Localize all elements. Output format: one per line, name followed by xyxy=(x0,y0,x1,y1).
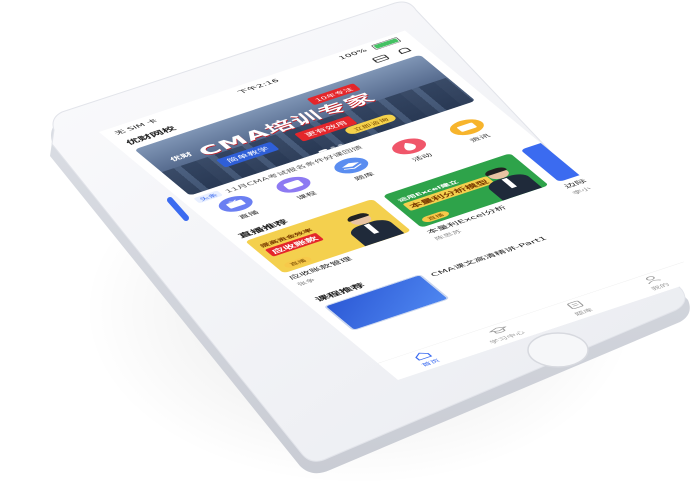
home-button[interactable] xyxy=(527,332,589,368)
banner-dot xyxy=(337,143,344,147)
banner-dot xyxy=(329,146,336,150)
scan-icon[interactable] xyxy=(369,53,392,64)
banner-prefix: 优财 xyxy=(168,151,195,163)
stage: 无 SIM 卡 下午2:16 100% 优财网校 10年专注 优财 CMA培训专… xyxy=(0,0,694,500)
bell-icon[interactable] xyxy=(393,45,416,56)
course-thumbnail xyxy=(323,274,451,331)
